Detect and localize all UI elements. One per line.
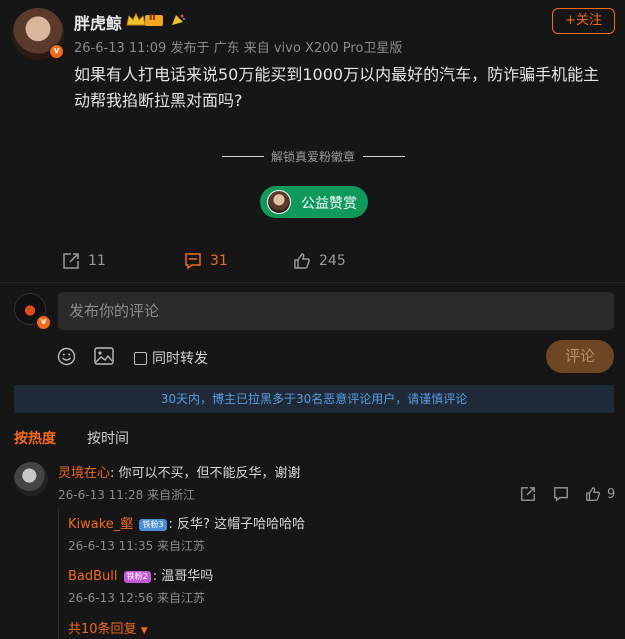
comment-text: : 你可以不买，但不能反华，谢谢 bbox=[110, 466, 301, 481]
comment-icon bbox=[185, 253, 201, 270]
like-count: 245 bbox=[319, 253, 346, 269]
reply-author[interactable]: Kiwake_壑 bbox=[68, 517, 133, 532]
level-badge: II bbox=[149, 13, 156, 23]
like-icon bbox=[294, 253, 310, 269]
share-icon[interactable] bbox=[520, 486, 536, 502]
more-replies-link[interactable]: 共10条回复 ▼ bbox=[68, 618, 148, 637]
fan-badge-icon: 铁粉2 bbox=[123, 571, 151, 583]
comment-count: 31 bbox=[210, 253, 228, 269]
reply-text: : 温哥华吗 bbox=[152, 569, 214, 584]
party-icon bbox=[172, 14, 185, 25]
commenter-avatar[interactable] bbox=[14, 462, 48, 496]
divider-left bbox=[222, 156, 264, 157]
vip-crown-icon bbox=[126, 12, 163, 26]
repost-checkbox[interactable]: 同时转发 bbox=[134, 348, 208, 368]
comment-like-button[interactable]: 9 bbox=[585, 486, 615, 502]
checkbox-box bbox=[134, 351, 147, 365]
comment-action[interactable]: 31 bbox=[184, 252, 228, 270]
chevron-down-icon: ▼ bbox=[140, 626, 148, 636]
comment-like-count: 9 bbox=[607, 486, 616, 502]
tab-sort-time[interactable]: 按时间 bbox=[87, 428, 129, 448]
comment-input[interactable] bbox=[58, 292, 614, 330]
repost-action[interactable]: 11 bbox=[62, 252, 106, 270]
repost-checkbox-label: 同时转发 bbox=[152, 351, 208, 367]
reply-meta: 26-6-13 12:56 来自江苏 bbox=[68, 591, 206, 605]
reply-icon[interactable] bbox=[553, 486, 569, 502]
reply-text: : 反华? 这帽子哈哈哈哈 bbox=[168, 517, 306, 532]
submit-comment-button[interactable]: 评论 bbox=[546, 340, 614, 373]
divider-right bbox=[363, 156, 405, 157]
repost-count: 11 bbox=[88, 253, 106, 269]
comment-meta: 26-6-13 11:28 来自浙江 bbox=[58, 488, 196, 502]
comment-line: 灵境在心: 你可以不买，但不能反华，谢谢 bbox=[58, 462, 301, 481]
like-action[interactable]: 245 bbox=[293, 252, 346, 270]
tab-sort-hot[interactable]: 按热度 bbox=[14, 428, 56, 448]
my-verified-badge-icon: v bbox=[36, 315, 51, 330]
vip-badges: II bbox=[125, 12, 165, 28]
reply-meta: 26-6-13 11:35 来自江苏 bbox=[68, 539, 206, 553]
repost-icon bbox=[63, 253, 79, 269]
charity-tip-button[interactable]: 公益赞赏 bbox=[260, 186, 368, 218]
reply-item: Kiwake_壑 铁粉3: 反华? 这帽子哈哈哈哈 bbox=[68, 513, 305, 532]
post-meta: 26-6-13 11:09 发布于 广东 来自 vivo X200 Pro卫星版 bbox=[74, 41, 403, 56]
like-icon bbox=[586, 487, 601, 501]
more-replies-label: 共10条回复 bbox=[68, 622, 137, 637]
fan-badge-icon: 铁粉3 bbox=[139, 519, 167, 531]
unlock-fan-badge-link[interactable]: 解锁真爱粉徽章 bbox=[271, 148, 355, 165]
author-name[interactable]: 胖虎鲸 bbox=[74, 10, 122, 34]
post-body: 如果有人打电话来说50万能买到1000万以内最好的汽车，防诈骗手机能主动帮我掐断… bbox=[74, 65, 600, 110]
commenter-name[interactable]: 灵境在心 bbox=[58, 466, 110, 481]
charity-label: 公益赞赏 bbox=[301, 196, 357, 212]
charity-avatar bbox=[267, 190, 291, 214]
blacklist-notice: 30天内，博主已拉黑多于30名恶意评论用户，请谨慎评论 bbox=[14, 385, 614, 413]
image-icon[interactable] bbox=[94, 347, 114, 365]
emoji-icon[interactable] bbox=[57, 347, 76, 366]
reply-author[interactable]: BadBull bbox=[68, 569, 118, 584]
follow-button[interactable]: +关注 bbox=[552, 8, 615, 34]
reply-item: BadBull 铁粉2: 温哥华吗 bbox=[68, 565, 213, 584]
section-separator bbox=[0, 282, 625, 283]
verified-badge-icon: v bbox=[49, 44, 64, 59]
